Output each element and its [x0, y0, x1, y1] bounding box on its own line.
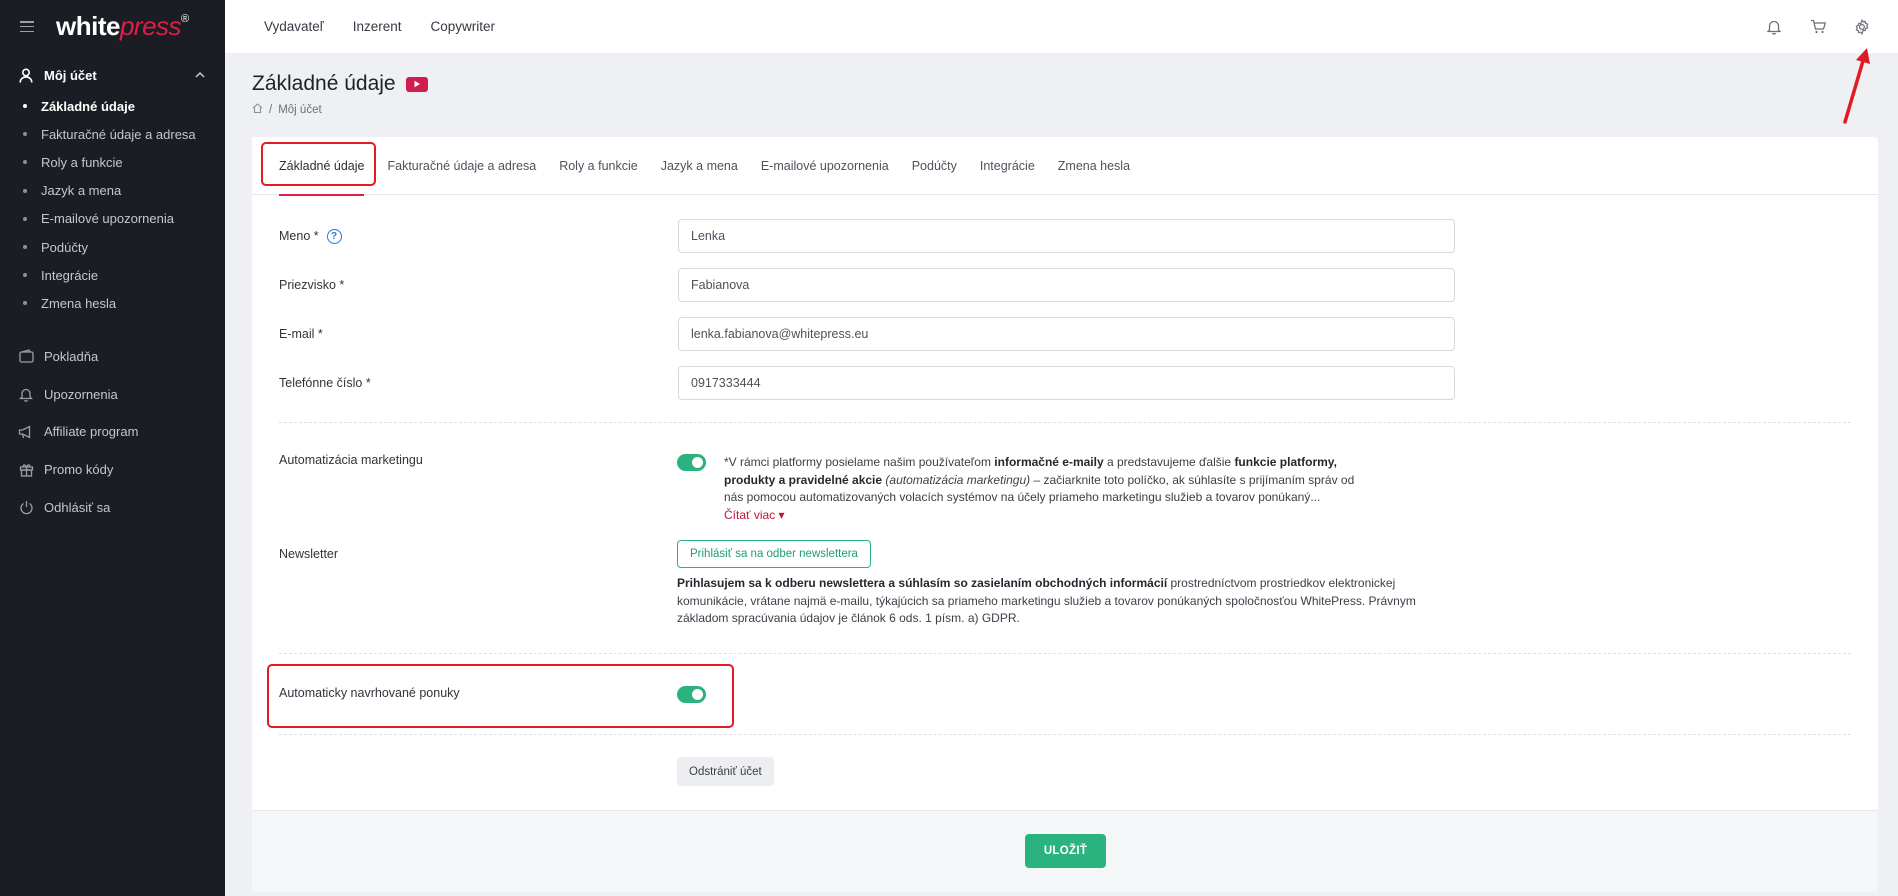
tabs: Základné údaje Fakturačné údaje a adresa…: [252, 137, 1878, 196]
marketing-toggle[interactable]: [677, 454, 706, 471]
newsletter-label: Newsletter: [279, 547, 339, 561]
bell-icon[interactable]: [1764, 17, 1784, 37]
breadcrumb-current[interactable]: Môj účet: [278, 104, 321, 116]
breadcrumb-separator: /: [269, 103, 273, 116]
user-icon: [18, 67, 34, 83]
sidebar-main-menu: Pokladňa Upozornenia Affiliate program P…: [0, 338, 225, 526]
sidebar-item-checkout[interactable]: Pokladňa: [0, 338, 225, 376]
sidebar-item-integrations[interactable]: Integrácie: [0, 261, 225, 289]
divider: [279, 734, 1851, 735]
gear-icon[interactable]: [1852, 17, 1872, 37]
phone-input[interactable]: 0917333444: [678, 366, 1455, 400]
form-row-name: Meno * ? Lenka: [279, 219, 1851, 253]
divider: [279, 653, 1851, 654]
help-icon[interactable]: ?: [326, 228, 342, 244]
sidebar-item-billing[interactable]: Fakturačné údaje a adresa: [0, 120, 225, 148]
megaphone-icon: [18, 424, 34, 440]
sidebar-header: whitepress®: [0, 0, 225, 53]
breadcrumb: / Môj účet: [252, 103, 322, 116]
highlight-tab-basic-info: [261, 142, 376, 186]
name-label: Meno * ?: [279, 219, 342, 253]
youtube-icon[interactable]: [405, 76, 428, 92]
account-card: Základné údaje Fakturačné údaje a adresa…: [252, 137, 1878, 892]
top-bar: Vydavateľ Inzerent Copywriter: [225, 0, 1898, 53]
cart-icon[interactable]: [1808, 17, 1828, 37]
sidebar-submenu: Základné údaje Fakturačné údaje a adresa…: [0, 92, 225, 318]
newsletter-subscribe-button[interactable]: Prihlásiť sa na odber newslettera: [677, 540, 871, 568]
sidebar-item-basic-info[interactable]: Základné údaje: [0, 92, 225, 120]
top-nav: Vydavateľ Inzerent Copywriter: [264, 19, 524, 34]
save-button[interactable]: ULOŽIŤ: [1025, 834, 1106, 868]
tab-roles[interactable]: Roly a funkcie: [559, 137, 638, 195]
highlight-auto-offers: [267, 664, 734, 728]
hamburger-menu-icon[interactable]: [20, 21, 34, 32]
tab-change-password[interactable]: Zmena hesla: [1058, 137, 1130, 195]
tab-integrations[interactable]: Integrácie: [980, 137, 1035, 195]
power-icon: [18, 499, 34, 515]
top-icons: [1740, 17, 1872, 37]
sidebar-item-language[interactable]: Jazyk a mena: [0, 177, 225, 205]
wallet-icon: [18, 348, 34, 364]
form-row-surname: Priezvisko * Fabianova: [279, 268, 1851, 302]
delete-account-button[interactable]: Odstrániť účet: [677, 757, 774, 786]
tab-email-notifications[interactable]: E-mailové upozornenia: [761, 137, 889, 195]
email-input[interactable]: lenka.fabianova@whitepress.eu: [678, 317, 1455, 351]
sidebar-section-label: Môj účet: [44, 67, 97, 83]
whitepress-logo[interactable]: whitepress®: [56, 11, 189, 42]
tab-language[interactable]: Jazyk a mena: [661, 137, 738, 195]
chevron-up-icon[interactable]: [195, 69, 205, 81]
sidebar-section-my-account[interactable]: Môj účet: [0, 64, 225, 86]
nav-publisher[interactable]: Vydavateľ: [264, 19, 324, 34]
sidebar-item-email-notifications[interactable]: E-mailové upozornenia: [0, 205, 225, 233]
nav-copywriter[interactable]: Copywriter: [431, 19, 496, 34]
surname-input[interactable]: Fabianova: [678, 268, 1455, 302]
gift-icon: [18, 461, 34, 477]
marketing-label: Automatizácia marketingu: [279, 453, 423, 467]
bell-icon: [18, 386, 34, 402]
page-title-text: Základné údaje: [252, 72, 396, 95]
sidebar-item-promo-codes[interactable]: Promo kódy: [0, 451, 225, 489]
annotation-arrow-icon: [1843, 48, 1870, 124]
read-more-link[interactable]: Čítať viac ▾: [724, 507, 1364, 525]
divider: [279, 422, 1851, 423]
name-input[interactable]: Lenka: [678, 219, 1455, 253]
sidebar-item-notifications[interactable]: Upozornenia: [0, 375, 225, 413]
marketing-consent-text: *V rámci platformy posielame našim použí…: [724, 454, 1364, 524]
tab-subaccounts[interactable]: Podúčty: [912, 137, 957, 195]
sidebar-item-affiliate[interactable]: Affiliate program: [0, 413, 225, 451]
nav-advertiser[interactable]: Inzerent: [353, 19, 402, 34]
phone-label: Telefónne číslo *: [279, 376, 371, 390]
form-row-phone: Telefónne číslo * 0917333444: [279, 366, 1851, 400]
sidebar-item-roles[interactable]: Roly a funkcie: [0, 148, 225, 176]
form-row-email: E-mail * lenka.fabianova@whitepress.eu: [279, 317, 1851, 351]
sidebar-item-logout[interactable]: Odhlásiť sa: [0, 488, 225, 526]
tab-billing[interactable]: Fakturačné údaje a adresa: [387, 137, 536, 195]
sidebar-item-subaccounts[interactable]: Podúčty: [0, 233, 225, 261]
surname-label: Priezvisko *: [279, 278, 345, 292]
sidebar-item-change-password[interactable]: Zmena hesla: [0, 289, 225, 317]
page-title: Základné údaje: [252, 72, 428, 96]
home-icon[interactable]: [252, 103, 263, 116]
newsletter-consent-text: Prihlasujem sa k odberu newslettera a sú…: [677, 576, 1416, 625]
email-label: E-mail *: [279, 327, 323, 341]
sidebar: whitepress® Môj účet Základné údaje Fakt…: [0, 0, 225, 896]
